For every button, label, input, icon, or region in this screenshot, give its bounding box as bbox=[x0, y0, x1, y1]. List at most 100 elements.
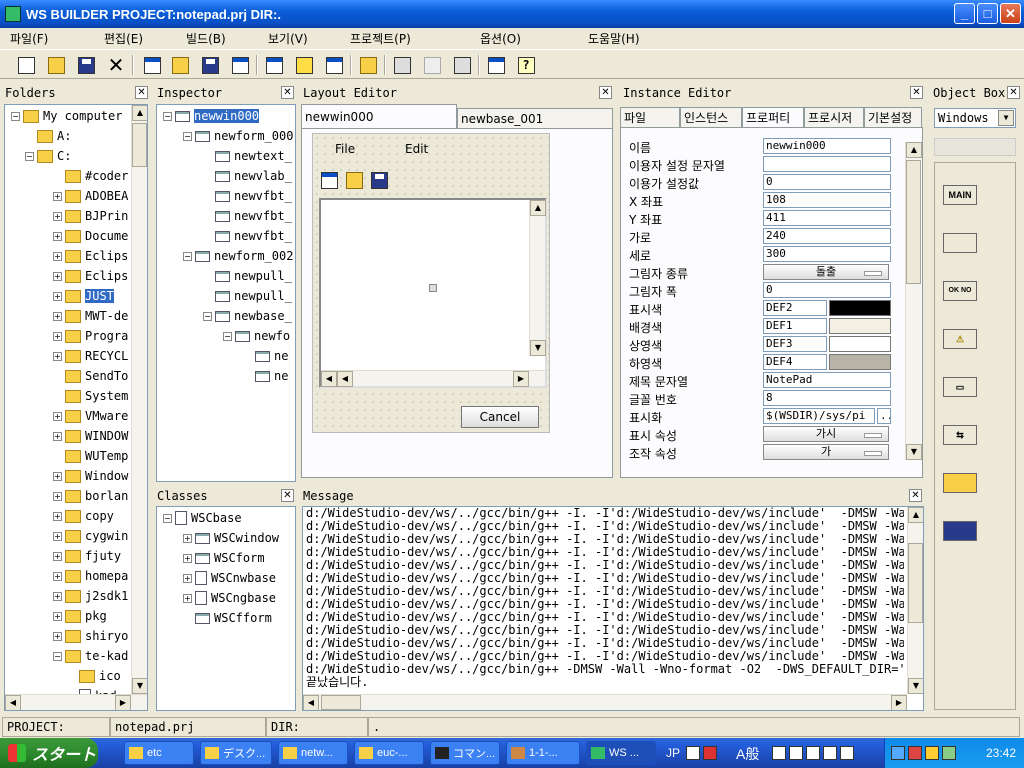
open-window-icon[interactable] bbox=[168, 53, 192, 77]
menu-options[interactable]: 옵션(O) bbox=[480, 30, 521, 47]
main-window-widget-icon[interactable]: MAIN bbox=[943, 185, 977, 205]
class-item[interactable]: + WSCnwbase bbox=[183, 568, 276, 588]
folders-close-icon[interactable]: ✕ bbox=[135, 86, 148, 99]
ime-help-icon[interactable] bbox=[840, 746, 854, 760]
color-swatch[interactable] bbox=[829, 354, 891, 370]
class-item[interactable]: + WSCwindow bbox=[183, 528, 279, 548]
scroll-down-icon[interactable]: ▼ bbox=[132, 678, 147, 694]
close-window-icon[interactable] bbox=[228, 53, 252, 77]
expander-icon[interactable]: + bbox=[183, 593, 192, 603]
property-value[interactable]: DEF2 bbox=[763, 300, 827, 316]
folder-item[interactable]: + RECYCL bbox=[53, 346, 128, 366]
expander-icon[interactable]: − bbox=[163, 513, 172, 523]
inspector-item[interactable]: newvfbt_ bbox=[203, 226, 292, 246]
design-cancel-button[interactable]: Cancel bbox=[461, 406, 539, 428]
design-text-area[interactable]: ▲ ▼ ◀ ◀ ▶ bbox=[319, 198, 547, 388]
help-icon[interactable]: ? bbox=[514, 53, 538, 77]
message-close-icon[interactable]: ✕ bbox=[909, 489, 922, 502]
expander-icon[interactable]: + bbox=[53, 611, 62, 621]
expander-icon[interactable]: − bbox=[25, 151, 34, 161]
expander-icon[interactable]: − bbox=[183, 251, 192, 261]
property-value[interactable]: DEF4 bbox=[763, 354, 827, 370]
task-command[interactable]: コマン... bbox=[430, 741, 500, 765]
inspector-item[interactable]: ne bbox=[243, 366, 288, 386]
close-button[interactable]: ✕ bbox=[1000, 3, 1021, 24]
expander-icon[interactable]: + bbox=[53, 211, 62, 221]
design-open-icon[interactable] bbox=[346, 172, 363, 189]
design-new-icon[interactable] bbox=[321, 172, 338, 189]
clock[interactable]: 23:42 bbox=[986, 746, 1016, 760]
folder-item[interactable]: System bbox=[53, 386, 128, 406]
property-value[interactable]: 108 bbox=[763, 192, 891, 208]
tab-instance[interactable]: 인스턴스 bbox=[680, 107, 742, 127]
menu-help[interactable]: 도움말(H) bbox=[588, 30, 640, 47]
folder-item[interactable]: + Eclips bbox=[53, 266, 128, 286]
folders-hscroll[interactable]: ◀ ▶ bbox=[5, 694, 147, 710]
class-item[interactable]: WSCfform bbox=[183, 608, 272, 628]
ime-dict-icon[interactable] bbox=[789, 746, 803, 760]
property-value[interactable]: 300 bbox=[763, 246, 891, 262]
inspector-item[interactable]: − newbase_ bbox=[203, 306, 292, 326]
folder-item[interactable]: + Window bbox=[53, 466, 128, 486]
folder-item[interactable]: + Progra bbox=[53, 326, 128, 346]
title-bar[interactable]: WS BUILDER PROJECT:notepad.prj DIR:. _ □… bbox=[0, 0, 1024, 28]
objectbox-select[interactable]: Windows ▼ bbox=[934, 108, 1016, 128]
property-combo[interactable]: 가시 bbox=[763, 426, 889, 442]
inspector-item[interactable]: − newform_002 bbox=[183, 246, 293, 266]
class-item[interactable]: − WSCbase bbox=[163, 508, 242, 528]
menu-file[interactable]: 파일(F) bbox=[10, 30, 48, 47]
folder-item[interactable]: + JUST bbox=[53, 286, 114, 306]
inspector-item[interactable]: ne bbox=[243, 346, 288, 366]
property-value[interactable]: NotePad bbox=[763, 372, 891, 388]
task-euc[interactable]: euc-... bbox=[354, 741, 424, 765]
tab-property[interactable]: 프로퍼티 bbox=[742, 107, 804, 127]
inspector-item[interactable]: newpull_ bbox=[203, 286, 292, 306]
menu-edit[interactable]: 편집(E) bbox=[104, 30, 143, 47]
property-value[interactable]: 8 bbox=[763, 390, 891, 406]
property-value[interactable] bbox=[763, 156, 891, 172]
inspector-item[interactable]: − newfo bbox=[223, 326, 290, 346]
progress-widget-icon[interactable] bbox=[943, 521, 977, 541]
task-etc[interactable]: etc bbox=[124, 741, 194, 765]
expander-icon[interactable]: + bbox=[53, 571, 62, 581]
input-mode-indicator[interactable]: A般 bbox=[736, 744, 759, 764]
expander-icon[interactable]: + bbox=[53, 551, 62, 561]
color-swatch[interactable] bbox=[829, 336, 891, 352]
cut-icon[interactable]: ✕ bbox=[104, 53, 128, 77]
property-value[interactable]: DEF3 bbox=[763, 336, 827, 352]
folder-item[interactable]: + fjuty bbox=[53, 546, 121, 566]
property-value[interactable]: 411 bbox=[763, 210, 891, 226]
menu-build[interactable]: 빌드(B) bbox=[186, 30, 226, 47]
folder-item[interactable]: WUTemp bbox=[53, 446, 128, 466]
maximize-button[interactable]: □ bbox=[977, 3, 998, 24]
align-icon[interactable] bbox=[450, 53, 474, 77]
folder-item[interactable]: + pkg bbox=[53, 606, 107, 626]
expander-icon[interactable]: + bbox=[53, 531, 62, 541]
clean-icon[interactable] bbox=[322, 53, 346, 77]
dialog-widget-icon[interactable]: OK NO bbox=[943, 281, 977, 301]
message-output[interactable]: d:/WideStudio-dev/ws/../gcc/bin/g++ -I. … bbox=[302, 506, 924, 711]
folder-item[interactable]: A: bbox=[25, 126, 71, 146]
tab-procedure[interactable]: 프로시저 bbox=[804, 107, 864, 127]
folder-item[interactable]: + MWT-de bbox=[53, 306, 128, 326]
task-netw[interactable]: netw... bbox=[278, 741, 348, 765]
property-value[interactable]: $(WSDIR)/sys/pi bbox=[763, 408, 875, 424]
task-111[interactable]: 1-1-... bbox=[506, 741, 580, 765]
inspector-item[interactable]: newvfbt_ bbox=[203, 186, 292, 206]
expander-icon[interactable]: + bbox=[183, 533, 192, 543]
ime-prop-icon[interactable] bbox=[823, 746, 837, 760]
file-dialog-icon[interactable] bbox=[943, 473, 977, 493]
class-item[interactable]: + WSCform bbox=[183, 548, 265, 568]
rebuild-icon[interactable] bbox=[292, 53, 316, 77]
expander-icon[interactable]: + bbox=[53, 191, 62, 201]
design-menu-file[interactable]: File bbox=[335, 142, 355, 156]
inspector-item[interactable]: newtext_ bbox=[203, 146, 292, 166]
ime-tool-icon[interactable] bbox=[772, 746, 786, 760]
layout-canvas[interactable]: File Edit ▲ ▼ ◀ ◀ ▶ Cancel bbox=[301, 128, 613, 478]
props-vscroll[interactable]: ▲ ▼ bbox=[905, 142, 922, 460]
grid-off-icon[interactable] bbox=[420, 53, 444, 77]
classes-tree[interactable]: − WSCbase + WSCwindow + WSCform + WSCnwbase + WSC… bbox=[156, 506, 296, 711]
warning-dialog-icon[interactable]: ⚠ bbox=[943, 329, 977, 349]
inspector-item[interactable]: − newwin000 bbox=[163, 106, 260, 126]
design-window[interactable]: File Edit ▲ ▼ ◀ ◀ ▶ Cancel bbox=[312, 133, 550, 433]
